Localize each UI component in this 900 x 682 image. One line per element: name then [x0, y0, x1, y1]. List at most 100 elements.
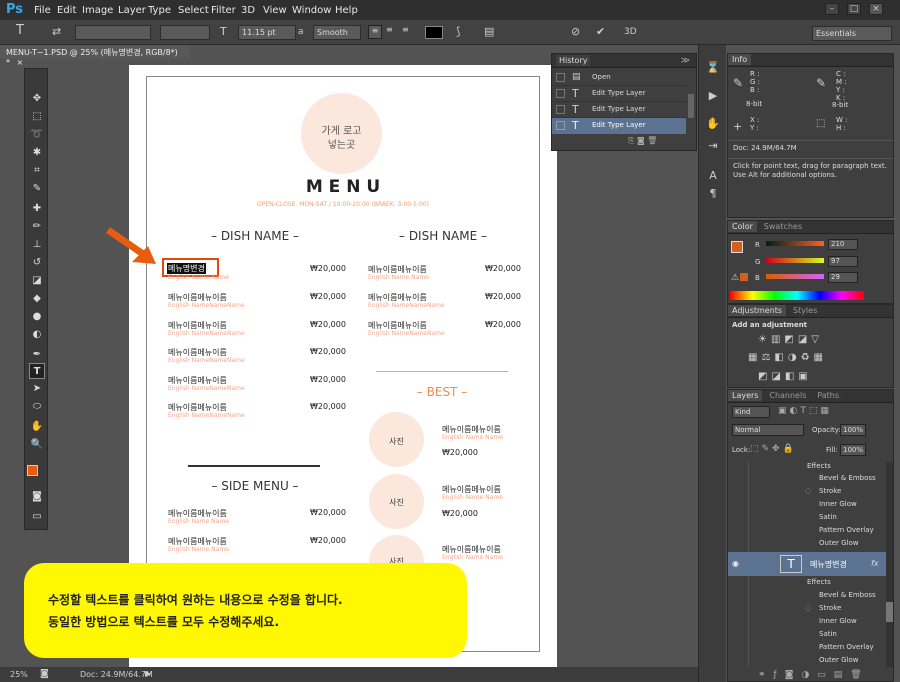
selected-layer-text[interactable]: 메뉴명변경 — [167, 263, 206, 274]
screen-mode-icon[interactable]: ▭ — [29, 509, 45, 525]
menu-help[interactable]: Help — [335, 5, 358, 16]
g-value[interactable]: 97 — [828, 256, 858, 267]
layers-footer-icons[interactable]: ⚭ƒ◙◑▭▤🗑 — [758, 670, 870, 680]
adjustments-tab[interactable]: Adjustments — [728, 305, 787, 316]
orientation-icon[interactable]: ⇄ — [52, 25, 61, 38]
effect-item[interactable]: Bevel & Emboss — [819, 591, 876, 599]
antialias-select[interactable]: Smooth — [313, 25, 361, 40]
effect-item[interactable]: Outer Glow — [819, 656, 858, 664]
color-tab[interactable]: Color — [728, 221, 757, 232]
paths-tab[interactable]: Paths — [813, 390, 843, 401]
commit-icon[interactable]: ✔ — [596, 25, 605, 38]
font-style-select[interactable] — [160, 25, 210, 40]
b-slider[interactable] — [766, 274, 824, 279]
swatches-tab[interactable]: Swatches — [759, 221, 806, 232]
history-tab[interactable]: History — [556, 55, 591, 66]
cancel-icon[interactable]: ⊘ — [571, 25, 580, 38]
menu-window[interactable]: Window — [292, 5, 331, 16]
warp-text-icon[interactable]: ⟆ — [456, 25, 460, 38]
effect-item[interactable]: Inner Glow — [819, 500, 857, 508]
move-tool-icon[interactable]: ✥ — [29, 91, 45, 107]
history-item-selected[interactable]: T Edit Type Layer — [552, 118, 686, 134]
history-item[interactable]: ▤ Open — [552, 70, 686, 86]
foreground-color[interactable] — [27, 465, 38, 476]
r-value[interactable]: 210 — [828, 239, 858, 250]
marquee-tool-icon[interactable]: ⬚ — [29, 109, 45, 125]
eye-icon[interactable]: ◌ — [805, 487, 811, 495]
hand-tool-icon[interactable]: ✋ — [29, 419, 45, 435]
text-color-swatch[interactable] — [425, 26, 443, 39]
scrollbar[interactable] — [688, 94, 694, 118]
b-value[interactable]: 29 — [828, 272, 858, 283]
align-right-icon[interactable]: ≡ — [402, 25, 409, 34]
g-slider[interactable] — [766, 258, 824, 263]
workspace-select[interactable]: Essentials — [812, 26, 892, 41]
blend-mode-select[interactable]: Normal — [732, 424, 804, 436]
quick-select-icon[interactable]: ✱ — [29, 145, 45, 161]
align-center-icon[interactable]: ≡ — [386, 25, 393, 34]
lock-icons[interactable]: ⬚✎✥🔒 — [750, 444, 797, 454]
selected-layer-row[interactable]: ◉ T 메뉴명변경 fx — [728, 552, 886, 576]
menu-file[interactable]: File — [34, 5, 51, 16]
font-size-field[interactable]: 11.15 pt — [238, 25, 296, 40]
opacity-field[interactable]: 100% — [840, 424, 866, 436]
effect-item[interactable]: Satin — [819, 513, 837, 521]
fx-badge[interactable]: fx — [871, 559, 879, 568]
actions-dock-icon[interactable]: ▶ — [705, 89, 721, 105]
align-left-icon[interactable]: ≡ — [368, 25, 382, 39]
font-family-select[interactable] — [75, 25, 151, 40]
blur-tool-icon[interactable]: ● — [29, 309, 45, 325]
panel-menu-icon[interactable]: ≫ — [681, 56, 690, 66]
effect-item[interactable]: Outer Glow — [819, 539, 858, 547]
effect-item[interactable]: Pattern Overlay — [819, 526, 874, 534]
layers-tab[interactable]: Layers — [728, 390, 763, 401]
character-panel-icon[interactable]: ▤ — [484, 25, 494, 38]
kind-filter[interactable]: Kind — [732, 406, 770, 418]
color-spectrum[interactable] — [730, 291, 864, 300]
effect-item[interactable]: Inner Glow — [819, 617, 857, 625]
effect-item[interactable]: Stroke — [819, 487, 841, 495]
effect-item[interactable]: Pattern Overlay — [819, 643, 874, 651]
brush-presets-icon[interactable]: ⇥ — [705, 139, 721, 155]
visibility-eye-icon[interactable]: ◉ — [732, 559, 739, 568]
tool-presets-icon[interactable]: ✋ — [705, 117, 721, 133]
history-brush-icon[interactable]: ↺ — [29, 255, 45, 271]
zoom-level[interactable]: 25% — [10, 670, 28, 679]
path-select-icon[interactable]: ➤ — [29, 381, 45, 397]
shape-tool-icon[interactable]: ⬭ — [29, 399, 45, 415]
fill-field[interactable]: 100% — [840, 444, 866, 456]
paint-bucket-icon[interactable]: ◆ — [29, 291, 45, 307]
menu-view[interactable]: View — [263, 5, 287, 16]
brush-tool-icon[interactable]: ✏ — [29, 219, 45, 235]
menu-select[interactable]: Select — [178, 5, 209, 16]
history-item[interactable]: T Edit Type Layer — [552, 102, 686, 118]
healing-brush-icon[interactable]: ✚ — [29, 201, 45, 217]
3d-icon[interactable]: 3D — [624, 27, 637, 37]
fg-color-swatch[interactable] — [731, 241, 743, 253]
history-footer-icons[interactable]: ⎘ ◙ 🗑 — [628, 136, 657, 146]
scroll-thumb[interactable] — [886, 602, 893, 622]
stamp-tool-icon[interactable]: ⊥ — [29, 237, 45, 253]
channels-tab[interactable]: Channels — [765, 390, 811, 401]
crop-tool-icon[interactable]: ⌗ — [29, 163, 45, 179]
quick-mask-icon[interactable]: ◙ — [29, 489, 45, 505]
info-tab[interactable]: Info — [728, 54, 752, 65]
styles-tab[interactable]: Styles — [788, 305, 822, 316]
effect-item[interactable]: Satin — [819, 630, 837, 638]
character-icon[interactable]: A — [705, 169, 721, 185]
document-tab[interactable]: MENU-T~1.PSD @ 25% (메뉴명변경, RGB/8*) * × — [0, 45, 190, 67]
adjustment-icons-row2[interactable]: ▦⚖◧◑♻▦ — [748, 352, 827, 363]
adjustment-icons-row3[interactable]: ◩◪◧▣ — [758, 371, 812, 382]
share-icon[interactable]: ◙ — [40, 669, 49, 679]
layers-scrollbar[interactable] — [886, 462, 893, 667]
eraser-tool-icon[interactable]: ◪ — [29, 273, 45, 289]
menu-filter[interactable]: Filter — [211, 5, 236, 16]
filter-icons[interactable]: ▣◐T⬚▦ — [778, 406, 832, 416]
history-item[interactable]: T Edit Type Layer — [552, 86, 686, 102]
maximize-icon[interactable]: □ — [847, 3, 861, 15]
minimize-icon[interactable]: – — [825, 3, 839, 15]
status-arrow-icon[interactable]: ▶ — [145, 669, 151, 678]
history-dock-icon[interactable]: ⌛ — [705, 61, 721, 77]
effect-item[interactable]: Stroke — [819, 604, 841, 612]
eye-icon[interactable]: ◌ — [805, 604, 811, 612]
